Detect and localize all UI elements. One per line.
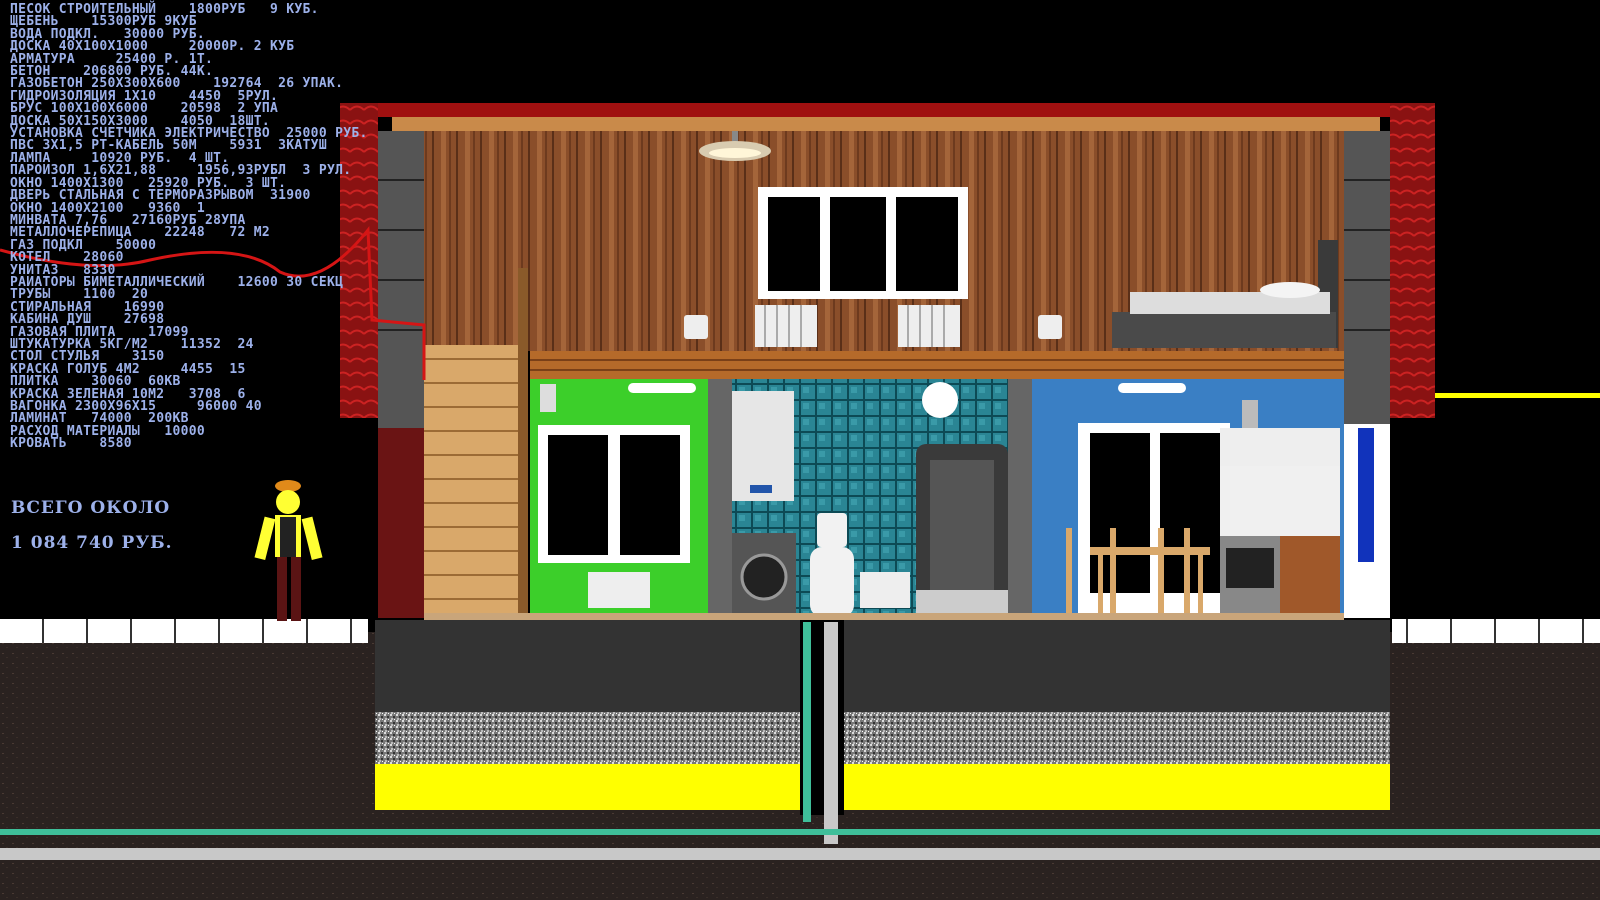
entrance-door: [378, 428, 424, 618]
partition-2: [1008, 379, 1032, 617]
water-pipe-vertical: [803, 622, 811, 822]
blue-room-lamp: [1118, 383, 1186, 393]
kitchen-icon: [1220, 400, 1340, 616]
staircase-icon: [424, 345, 520, 617]
wall-right: [1344, 131, 1390, 424]
material-cost-list: песок строительный 1800руб 9 куб. щебень …: [10, 3, 368, 452]
floor-joist: [530, 351, 1344, 379]
window-icon: [538, 425, 690, 563]
ground-blocks-right: [1392, 619, 1600, 643]
gravel-layer: [375, 712, 1390, 764]
partition: [708, 379, 732, 617]
boiler-icon: [732, 391, 794, 501]
total-value: 1 084 740 руб.: [11, 533, 173, 553]
roof: [340, 103, 1435, 117]
roof-right: [1390, 103, 1435, 418]
attic-window: [758, 187, 968, 299]
sewer-pipe-vertical: [824, 622, 838, 844]
sand-layer: [375, 764, 1390, 810]
stair-post: [518, 268, 528, 618]
washing-machine-icon: [732, 533, 796, 617]
cost-list-item: кровать 8580: [10, 436, 132, 452]
electric-meter: [540, 384, 556, 412]
side-window: [1358, 428, 1374, 562]
floor: [424, 613, 1344, 620]
bathroom-lamp: [922, 382, 958, 418]
worker-figure: [254, 480, 323, 621]
ground-blocks-left: [0, 619, 368, 643]
total-label: всего около: [11, 498, 171, 518]
roof-beam: [392, 117, 1380, 131]
gas-line: [1434, 393, 1600, 398]
bathroom-radiator: [860, 572, 910, 608]
green-room-lamp: [628, 383, 696, 393]
foundation-slab: [375, 620, 1390, 712]
sewer-pipe-horizontal: [0, 848, 1600, 860]
shower-cabin-icon: [916, 444, 1008, 614]
green-room-radiator: [588, 572, 650, 608]
water-pipe-horizontal: [0, 829, 1600, 835]
